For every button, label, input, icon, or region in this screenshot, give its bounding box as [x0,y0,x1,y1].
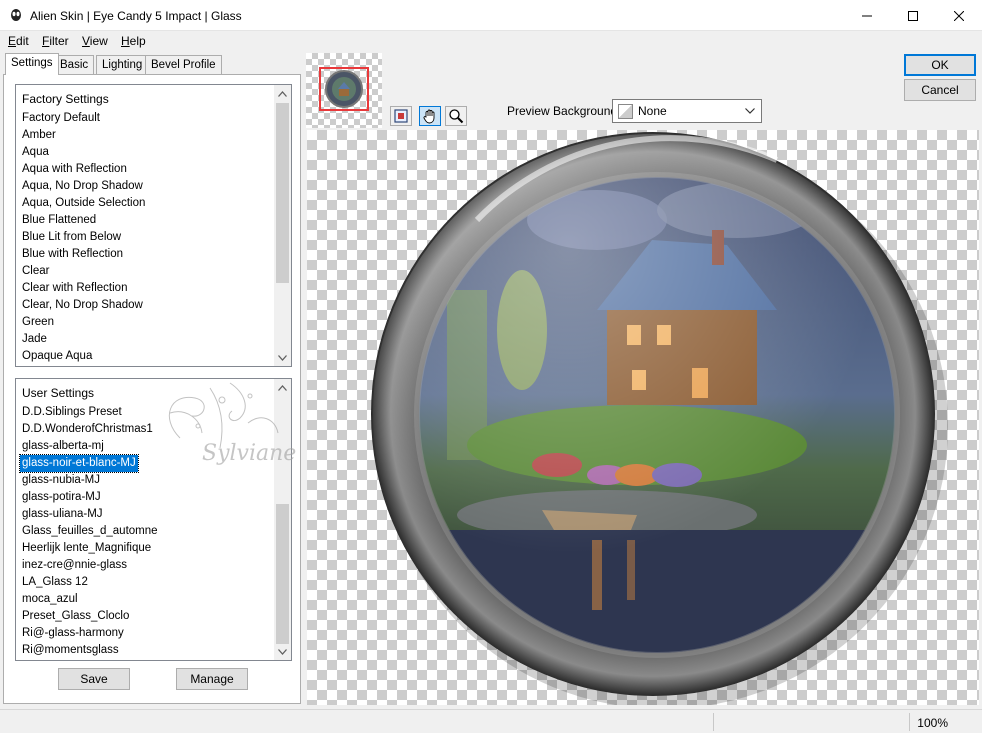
preview-background-value: None [638,104,667,118]
zoom-tool-button[interactable] [445,106,467,126]
list-item[interactable]: Glass_feuilles_d_automne [20,523,158,540]
list-item[interactable]: Blue with Reflection [20,246,123,263]
scroll-down-arrow[interactable] [274,643,291,660]
title-bar: Alien Skin | Eye Candy 5 Impact | Glass [0,0,982,31]
list-item[interactable]: Aqua [20,144,49,161]
preview-background-label: Preview Background: [507,104,621,118]
tab-bevel-profile[interactable]: Bevel Profile [145,55,222,74]
list-item[interactable]: glass-potira-MJ [20,489,101,506]
navigator-view-rect[interactable] [319,67,369,111]
list-item[interactable]: Green [20,314,54,331]
list-item[interactable]: D.D.Siblings Preset [20,404,122,421]
navigator-thumbnail [325,70,363,108]
save-button[interactable]: Save [58,668,130,690]
chevron-down-icon [745,108,755,114]
list-item[interactable]: glass-uliana-MJ [20,506,103,523]
scroll-down-arrow[interactable] [274,349,291,366]
list-item[interactable]: Aqua, No Drop Shadow [20,178,143,195]
tab-lighting[interactable]: Lighting [96,55,149,74]
scroll-thumb[interactable] [276,103,289,283]
list-item[interactable]: glass-alberta-mj [20,438,104,455]
settings-panel: Factory Settings Factory Default Amber Aqu… [3,74,301,704]
status-separator [909,713,910,731]
list-item[interactable]: Ri@momentsglass [20,642,119,659]
user-list-scrollbar[interactable] [274,379,291,660]
zoom-icon [449,109,464,124]
status-bar: 100% [0,709,982,733]
scroll-up-arrow[interactable] [274,85,291,102]
background-swatch [618,104,633,119]
chevron-up-icon [278,90,287,97]
scroll-thumb[interactable] [276,504,289,644]
chevron-down-icon [278,648,287,655]
menu-filter[interactable]: Filter [42,34,69,48]
tab-basic[interactable]: Basic [54,55,95,74]
preview-navigate-icon [394,109,408,123]
menu-help[interactable]: Help [121,34,146,48]
manage-button[interactable]: Manage [176,668,248,690]
list-item[interactable]: Aqua, Outside Selection [20,195,145,212]
list-item[interactable]: Heerlijk lente_Magnifique [20,540,151,557]
menu-view[interactable]: View [82,34,108,48]
alien-skin-app-icon [11,9,21,21]
minimize-button[interactable] [844,0,890,31]
close-icon [954,10,964,21]
user-settings-list[interactable]: User Settings D.D.Siblings Preset D.D.Won… [15,378,292,661]
preview-navigator[interactable] [306,53,382,128]
menu-bar: Edit Filter View Help [0,31,982,51]
list-item[interactable]: D.D.WonderofChristmas1 [20,421,153,438]
factory-list-scrollbar[interactable] [274,85,291,366]
list-item[interactable]: LA_Glass 12 [20,574,88,591]
list-item[interactable]: Opaque Aqua [20,348,92,365]
maximize-button[interactable] [890,0,936,31]
hand-tool-button[interactable] [419,106,441,126]
maximize-icon [908,10,918,21]
list-item[interactable]: Blue Flattened [20,212,96,229]
minimize-icon [862,15,872,16]
user-settings-header: User Settings [22,386,95,400]
list-item[interactable]: Amber [20,127,56,144]
chevron-down-icon [278,354,287,361]
dropdown-arrow[interactable] [741,102,759,120]
factory-settings-header: Factory Settings [22,92,109,106]
chevron-up-icon [278,384,287,391]
cancel-button[interactable]: Cancel [904,79,976,101]
list-item[interactable]: glass-noir-et-blanc-MJ [19,454,139,473]
list-item[interactable]: Clear with Reflection [20,280,127,297]
glass-plate-preview-image [371,132,948,705]
window-title: Alien Skin | Eye Candy 5 Impact | Glass [30,9,242,23]
status-separator [713,713,714,731]
hand-icon [423,109,435,124]
preview-canvas[interactable] [307,130,979,705]
scroll-up-arrow[interactable] [274,379,291,396]
list-item[interactable]: Ri@-glass-harmony [20,625,124,642]
list-item[interactable]: Jade [20,331,47,348]
list-item[interactable]: inez-cre@nnie-glass [20,557,127,574]
list-item[interactable]: Factory Default [20,110,100,127]
menu-edit[interactable]: Edit [8,34,29,48]
preview-background-select[interactable]: None [612,99,762,123]
zoom-level: 100% [917,716,948,730]
ok-button[interactable]: OK [904,54,976,76]
user-settings-items: D.D.Siblings Preset D.D.WonderofChristmas… [19,404,158,659]
close-button[interactable] [936,0,982,31]
list-item[interactable]: Clear [20,263,49,280]
list-item[interactable]: Clear, No Drop Shadow [20,297,143,314]
factory-settings-items: Factory Default Amber Aqua Aqua with Reflec… [20,110,145,365]
list-item[interactable]: Aqua with Reflection [20,161,127,178]
list-item[interactable]: glass-nubia-MJ [20,472,100,489]
list-item[interactable]: Preset_Glass_Cloclo [20,608,129,625]
list-item[interactable]: moca_azul [20,591,78,608]
tab-settings[interactable]: Settings [5,53,59,75]
factory-settings-list[interactable]: Factory Settings Factory Default Amber Aqu… [15,84,292,367]
navigate-tool-button[interactable] [390,106,412,126]
list-item[interactable]: Blue Lit from Below [20,229,121,246]
